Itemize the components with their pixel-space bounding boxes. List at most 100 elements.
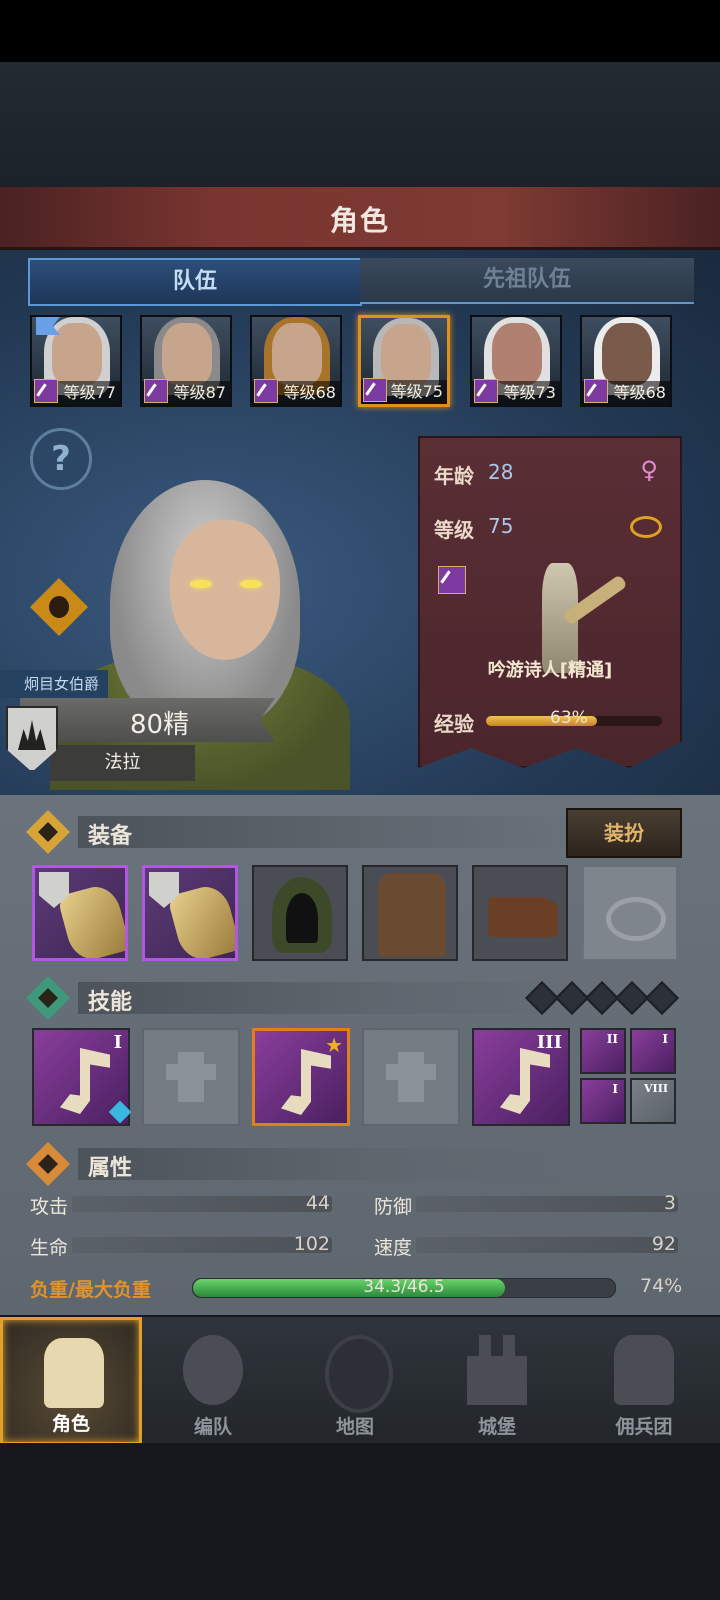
hero-slot[interactable]: 等级73 (470, 315, 562, 407)
help-button[interactable]: ? (30, 428, 92, 490)
bard-class-icon (144, 379, 168, 403)
bottom-background (0, 1443, 720, 1600)
bard-class-icon (474, 379, 498, 403)
nav-mercenaries[interactable]: 佣兵团 (568, 1317, 720, 1445)
load-value: 34.3/46.5 (363, 1277, 445, 1297)
equip-slot-body[interactable] (362, 865, 458, 961)
passive-skill[interactable]: II (580, 1028, 626, 1074)
skill-slot-empty[interactable] (142, 1028, 240, 1126)
load-bar: 34.3/46.5 (192, 1277, 616, 1298)
cross-icon (386, 1052, 436, 1102)
nav-label: 编队 (193, 1416, 232, 1438)
attack-label: 攻击 (30, 1196, 69, 1218)
skill-point-icon (555, 981, 589, 1015)
nav-label: 城堡 (477, 1416, 516, 1438)
speed-label: 速度 (374, 1237, 413, 1259)
castle-icon (467, 1335, 527, 1405)
hero-slot[interactable]: 等级68 (250, 315, 342, 407)
female-icon: ♀ (640, 456, 658, 484)
defense-value: 3 (663, 1192, 676, 1214)
skill-points (525, 981, 679, 1015)
tab-ancestor-team[interactable]: 先祖队伍 (360, 258, 694, 304)
music-note-icon (281, 1049, 331, 1115)
page-title: 角色 (329, 204, 390, 237)
character-title: 炯目女伯爵 (0, 670, 108, 698)
age-label: 年龄 (434, 464, 474, 488)
class-name: 吟游诗人[精通] (487, 660, 613, 681)
hero-slot[interactable]: 等级77 (30, 315, 122, 407)
sword-banner-icon (614, 1335, 674, 1405)
gem-icon (108, 1100, 132, 1124)
top-background (0, 62, 720, 187)
hero-level: 等级68 (283, 383, 336, 402)
defense-label: 防御 (374, 1196, 413, 1218)
skill-slot-selected[interactable]: ★ (252, 1028, 350, 1126)
skill-point-icon (615, 981, 649, 1015)
speed-value: 92 (651, 1233, 676, 1255)
nav-formation[interactable]: 编队 (142, 1317, 284, 1445)
music-note-icon (60, 1048, 110, 1114)
level-value: 75 (488, 514, 514, 538)
tab-team[interactable]: 队伍 (28, 258, 362, 306)
skill-point-icon (585, 981, 619, 1015)
bard-class-icon (363, 378, 387, 402)
hero-level: 等级87 (173, 383, 226, 402)
equip-slot-ring[interactable] (582, 865, 678, 961)
coat-icon (378, 873, 446, 957)
equipment-label: 装备 (88, 824, 133, 849)
compass-icon (325, 1335, 393, 1413)
nav-castle[interactable]: 城堡 (426, 1317, 568, 1445)
bottom-nav: 角色 编队 地图 城堡 佣兵团 (0, 1315, 720, 1445)
nav-label: 佣兵团 (615, 1416, 673, 1438)
hero-level: 等级68 (613, 383, 666, 402)
passive-skill[interactable]: I (630, 1028, 676, 1074)
attributes-label: 属性 (88, 1156, 133, 1181)
hero-slot[interactable]: 等级68 (580, 315, 672, 407)
skill-point-icon (525, 981, 559, 1015)
hero-list: 等级77 等级87 等级68 等级75 等级73 等级68 (30, 315, 690, 411)
ring-icon (606, 897, 666, 941)
character-portrait (50, 470, 350, 790)
bard-class-icon (584, 379, 608, 403)
skill-rank: VIII (644, 1082, 668, 1095)
horn-icon (500, 1048, 550, 1114)
star-icon: ★ (325, 1033, 343, 1057)
dress-up-button[interactable]: 装扮 (566, 808, 682, 858)
hp-value: 102 (293, 1233, 330, 1255)
equip-slot-boots[interactable] (472, 865, 568, 961)
character-info-panel: 年龄 28 ♀ 等级 75 吟游诗人[精通] 经验 63% (418, 436, 682, 768)
load-label: 负重/最大负重 (30, 1279, 151, 1301)
hero-slot[interactable]: 等级87 (140, 315, 232, 407)
dagger-icon (26, 810, 70, 854)
passive-skill[interactable]: VIII (630, 1078, 676, 1124)
star-burst-icon (26, 976, 70, 1020)
nav-label: 地图 (335, 1416, 374, 1438)
passive-skill[interactable]: I (580, 1078, 626, 1124)
nav-map[interactable]: 地图 (284, 1317, 426, 1445)
nav-label: 角色 (51, 1413, 90, 1435)
level-label: 等级 (434, 518, 474, 542)
skill-point-icon (645, 981, 679, 1015)
hood-icon (272, 877, 332, 953)
xp-percent: 63% (550, 708, 588, 728)
skill-slot[interactable]: III (472, 1028, 570, 1126)
skill-slot-empty[interactable] (362, 1028, 460, 1126)
bard-class-icon (34, 379, 58, 403)
skill-rank: I (113, 1032, 122, 1053)
attack-value: 44 (305, 1192, 330, 1214)
skill-rank: I (612, 1082, 618, 1096)
header-band: 角色 (0, 187, 720, 250)
character-tier: 80精 (130, 710, 190, 740)
cross-icon (166, 1052, 216, 1102)
skill-slot[interactable]: I (32, 1028, 132, 1126)
person-icon (26, 1142, 70, 1186)
equip-slot-offhand[interactable] (142, 865, 238, 961)
hero-level: 等级77 (63, 383, 116, 402)
hero-slot-selected[interactable]: 等级75 (358, 315, 450, 407)
equip-slot-weapon[interactable] (32, 865, 128, 961)
age-value: 28 (488, 460, 514, 484)
xp-label: 经验 (434, 712, 474, 736)
nav-character[interactable]: 角色 (0, 1317, 142, 1445)
hero-level: 等级75 (390, 382, 443, 401)
equip-slot-head[interactable] (252, 865, 348, 961)
